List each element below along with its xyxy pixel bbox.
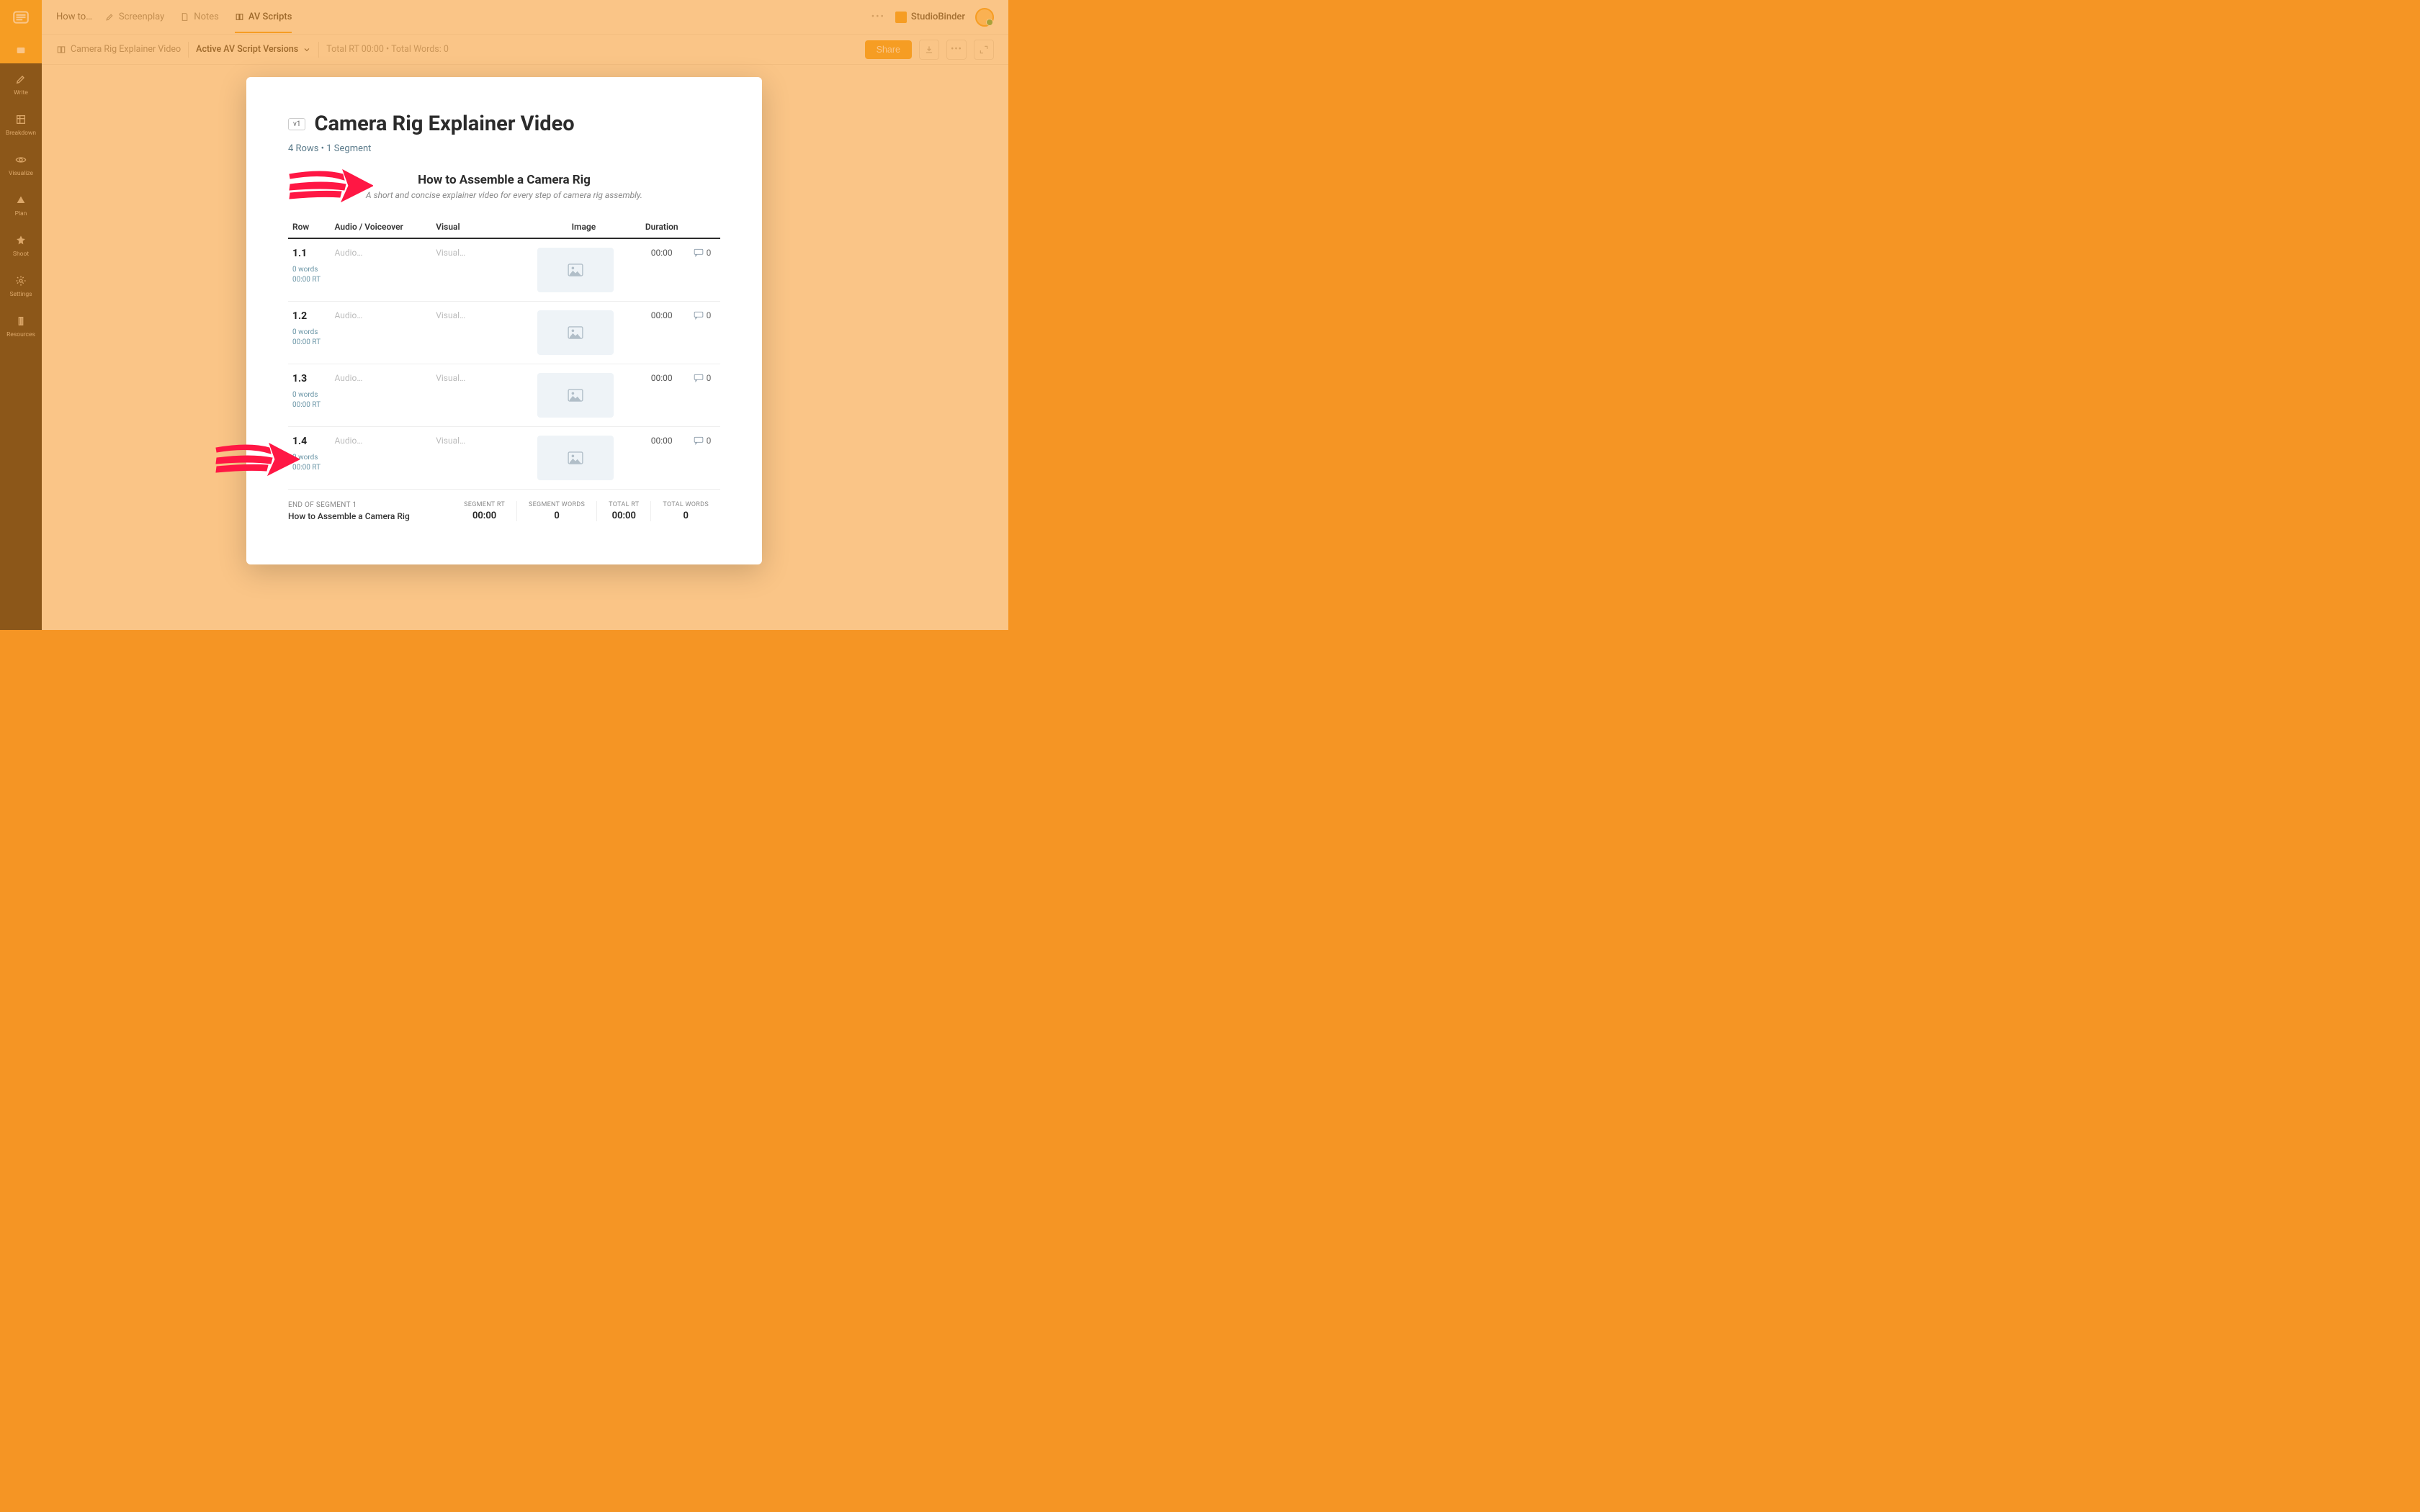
segment-stat: TOTAL RT00:00 [596,501,650,521]
audio-cell[interactable]: Audio… [334,248,362,258]
note-icon [180,12,189,22]
card-subtitle: 4 Rows • 1 Segment [288,143,720,154]
row-number: 1.2 [292,310,326,322]
col-image: Image [533,216,635,238]
rail-label: Shoot [13,251,29,258]
download-button[interactable] [919,40,939,60]
visual-cell[interactable]: Visual… [436,373,465,383]
rail-item-visualize[interactable]: Visualize [0,144,42,184]
end-name: How to Assemble a Camera Rig [288,511,452,521]
rail-item-breakdown[interactable]: Breakdown [0,104,42,144]
tab-screenplay[interactable]: Screenplay [105,12,164,23]
brand-square-icon [895,12,907,23]
rail-item-resources[interactable]: Resources [0,305,42,346]
audio-cell[interactable]: Audio… [334,436,362,446]
version-chip: v1 [288,118,305,130]
audio-cell[interactable]: Audio… [334,310,362,320]
col-visual: Visual [431,216,533,238]
download-icon [924,45,934,55]
row-number: 1.1 [292,248,326,259]
left-rail: Write Breakdown Visualize Plan Shoot Set… [0,0,42,630]
share-button[interactable]: Share [865,40,912,59]
duration-cell[interactable]: 00:00 [635,427,689,490]
brand[interactable]: StudioBinder [895,12,965,23]
image-cell[interactable] [537,248,614,292]
rail-item-write[interactable]: Write [0,63,42,104]
av-table: Row Audio / Voiceover Visual Image Durat… [288,216,720,490]
expand-icon [979,45,989,55]
more-button[interactable]: ••• [946,40,967,60]
row-meta: 0 words00:00 RT [292,328,326,348]
segment-footer: END OF SEGMENT 1 How to Assemble a Camer… [288,501,720,521]
col-audio: Audio / Voiceover [330,216,431,238]
rail-item-shoot[interactable]: Shoot [0,225,42,265]
image-cell[interactable] [537,436,614,480]
segment-stat: SEGMENT RT00:00 [452,501,516,521]
doc-breadcrumb[interactable]: Camera Rig Explainer Video [56,44,181,55]
rail-label: Plan [15,210,27,217]
tab-label: AV Scripts [248,12,292,22]
segment-stat: SEGMENT WORDS0 [516,501,596,521]
pencil-icon [105,12,115,22]
tab-label: Screenplay [119,12,164,22]
visual-cell[interactable]: Visual… [436,436,465,446]
image-cell[interactable] [537,310,614,355]
user-avatar[interactable] [975,8,994,27]
rail-item-plan[interactable]: Plan [0,184,42,225]
chevron-down-icon [302,45,311,54]
divider [188,42,189,58]
rail-label: Settings [9,291,32,298]
more-icon[interactable]: ••• [871,12,885,22]
how-to-link[interactable]: How to… [56,12,92,22]
duration-cell[interactable]: 00:00 [635,238,689,302]
doc-icon [56,45,66,55]
col-row: Row [288,216,330,238]
doc-title: Camera Rig Explainer Video [71,44,181,55]
col-duration: Duration [635,216,689,238]
expand-button[interactable] [974,40,994,60]
rail-item-settings[interactable]: Settings [0,265,42,305]
dots-icon: ••• [951,44,962,55]
version-dropdown[interactable]: Active AV Script Versions [196,44,311,55]
tab-notes[interactable]: Notes [180,12,219,23]
annotation-arrow [287,166,373,206]
duration-cell[interactable]: 00:00 [635,302,689,364]
brand-name: StudioBinder [911,12,965,22]
visual-cell[interactable]: Visual… [436,248,465,258]
table-row[interactable]: 1.3 0 words00:00 RT Audio… Visual… 00:00 0 [288,364,720,427]
divider [318,42,319,58]
comments-cell[interactable]: 0 [694,248,716,258]
card-title: Camera Rig Explainer Video [314,112,574,136]
app-logo[interactable] [0,0,42,35]
version-label: Active AV Script Versions [196,44,298,55]
av-icon [235,12,244,22]
tab-av-scripts[interactable]: AV Scripts [235,12,292,33]
top-header: How to… Screenplay Notes AV Scripts ••• … [42,0,1008,35]
sub-stats: Total RT 00:00 • Total Words: 0 [326,44,449,55]
end-label: END OF SEGMENT 1 [288,501,452,509]
audio-cell[interactable]: Audio… [334,373,362,383]
av-script-card: v1 Camera Rig Explainer Video 4 Rows • 1… [246,77,762,564]
row-meta: 0 words00:00 RT [292,390,326,410]
tab-label: Notes [194,12,219,22]
annotation-arrow [213,439,300,480]
rail-label: Resources [6,331,35,338]
table-row[interactable]: 1.1 0 words00:00 RT Audio… Visual… 00:00 0 [288,238,720,302]
image-cell[interactable] [537,373,614,418]
duration-cell[interactable]: 00:00 [635,364,689,427]
row-number: 1.3 [292,373,326,384]
comments-cell[interactable]: 0 [694,310,716,320]
table-row[interactable]: 1.40 words00:00 RTAudio…Visual…00:000 [288,427,720,490]
table-row[interactable]: 1.2 0 words00:00 RT Audio… Visual… 00:00 0 [288,302,720,364]
rail-item-project[interactable] [0,35,42,63]
row-meta: 0 words00:00 RT [292,265,326,285]
rail-label: Breakdown [6,130,36,137]
visual-cell[interactable]: Visual… [436,310,465,320]
rail-label: Visualize [9,170,33,177]
rail-label: Write [14,89,28,96]
comments-cell[interactable]: 0 [694,373,716,383]
segment-stat: TOTAL WORDS0 [650,501,720,521]
sub-header: Camera Rig Explainer Video Active AV Scr… [42,35,1008,65]
comments-cell[interactable]: 0 [694,436,716,446]
